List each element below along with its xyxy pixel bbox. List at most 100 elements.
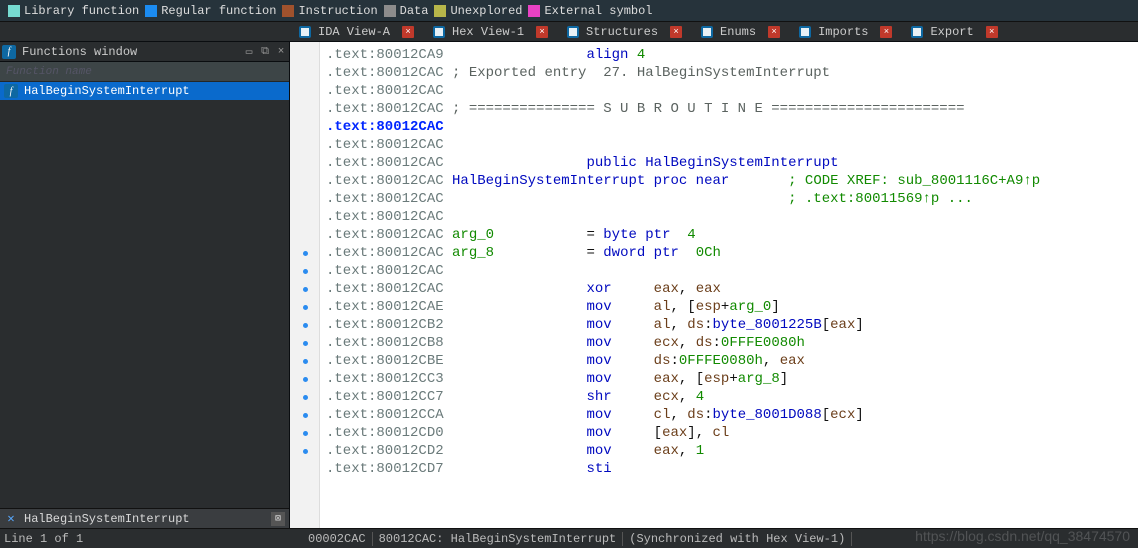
legend-item: Regular function <box>145 4 276 18</box>
code-line[interactable]: .text:80012CAC <box>326 136 1138 154</box>
clear-icon[interactable]: ⊠ <box>271 512 285 526</box>
breakpoint-dot[interactable] <box>303 341 308 346</box>
legend-swatch <box>282 5 294 17</box>
legend-swatch <box>434 5 446 17</box>
tab-ida-view-a[interactable]: IDA View-A <box>290 22 398 41</box>
pin-icon[interactable]: ⧉ <box>257 46 273 58</box>
code-address: .text:80012CA9 <box>326 47 444 63</box>
export-icon <box>910 25 924 39</box>
disassembly-view[interactable]: .text:80012CA9 align 4.text:80012CAC ; E… <box>290 42 1138 528</box>
legend-swatch <box>145 5 157 17</box>
breakpoint-dot[interactable] <box>303 449 308 454</box>
code-address: .text:80012CAC <box>326 137 444 153</box>
close-icon[interactable]: × <box>986 26 998 38</box>
function-row[interactable]: fHalBeginSystemInterrupt <box>0 82 289 100</box>
breakpoint-dot[interactable] <box>303 269 308 274</box>
functions-window-header: f Functions window ▭ ⧉ × <box>0 42 289 62</box>
legend-label: Unexplored <box>450 4 522 18</box>
restore-icon[interactable]: ▭ <box>241 45 257 59</box>
code-line[interactable]: .text:80012CAC <box>326 82 1138 100</box>
breakpoint-dot[interactable] <box>303 413 308 418</box>
code-line[interactable]: .text:80012CAC ; .text:80011569↑p ... <box>326 190 1138 208</box>
code-line[interactable]: .text:80012CAC xor eax, eax <box>326 280 1138 298</box>
clear-filter-icon[interactable]: ✕ <box>4 511 18 526</box>
close-icon[interactable]: × <box>402 26 414 38</box>
code-line[interactable]: .text:80012CAE mov al, [esp+arg_0] <box>326 298 1138 316</box>
code-line[interactable]: .text:80012CAC <box>326 118 1138 136</box>
function-list[interactable]: fHalBeginSystemInterrupt <box>0 82 289 508</box>
tab-export[interactable]: Export <box>902 22 981 41</box>
code-line[interactable]: .text:80012CAC HalBeginSystemInterrupt p… <box>326 172 1138 190</box>
legend-label: External symbol <box>544 4 652 18</box>
functions-window-title: Functions window <box>22 45 137 59</box>
legend-item: Unexplored <box>434 4 522 18</box>
status-segment: 00002CAC <box>302 532 373 546</box>
tab-label: Structures <box>586 25 658 39</box>
close-icon[interactable]: × <box>880 26 892 38</box>
breakpoint-dot[interactable] <box>303 323 308 328</box>
breakpoint-dot[interactable] <box>303 359 308 364</box>
breakpoint-dot[interactable] <box>303 377 308 382</box>
close-icon[interactable]: × <box>670 26 682 38</box>
code-address: .text:80012CCA <box>326 407 444 423</box>
code-line[interactable]: .text:80012CD0 mov [eax], cl <box>326 424 1138 442</box>
function-name: HalBeginSystemInterrupt <box>24 84 190 98</box>
code-line[interactable]: .text:80012CC7 shr ecx, 4 <box>326 388 1138 406</box>
breakpoint-dot[interactable] <box>303 251 308 256</box>
ida-icon <box>298 25 312 39</box>
tab-label: Imports <box>818 25 868 39</box>
code-line[interactable]: .text:80012CB8 mov ecx, ds:0FFFE0080h <box>326 334 1138 352</box>
code-line[interactable]: .text:80012CBE mov ds:0FFFE0080h, eax <box>326 352 1138 370</box>
code-address: .text:80012CB8 <box>326 335 444 351</box>
breakpoint-dot[interactable] <box>303 305 308 310</box>
close-icon[interactable]: × <box>536 26 548 38</box>
breakpoint-dot[interactable] <box>303 287 308 292</box>
code-address: .text:80012CB2 <box>326 317 444 333</box>
code-line[interactable]: .text:80012CD7 sti <box>326 460 1138 478</box>
code-line[interactable]: .text:80012CAC ; =============== S U B R… <box>326 100 1138 118</box>
code-address: .text:80012CAC <box>326 155 444 171</box>
code-address: .text:80012CC7 <box>326 389 444 405</box>
code-line[interactable]: .text:80012CAC <box>326 262 1138 280</box>
code-line[interactable]: .text:80012CAC <box>326 208 1138 226</box>
code-listing[interactable]: .text:80012CA9 align 4.text:80012CAC ; E… <box>320 42 1138 528</box>
code-address: .text:80012CC3 <box>326 371 444 387</box>
code-line[interactable]: .text:80012CAC arg_8 = dword ptr 0Ch <box>326 244 1138 262</box>
code-address: .text:80012CBE <box>326 353 444 369</box>
legend-swatch <box>528 5 540 17</box>
breakpoint-dot[interactable] <box>303 431 308 436</box>
tab-enums[interactable]: Enums <box>692 22 764 41</box>
breakpoint-strip[interactable] <box>290 42 320 528</box>
function-filter-input[interactable]: Function name <box>0 62 289 82</box>
breakpoint-dot[interactable] <box>303 395 308 400</box>
status-segment: 80012CAC: HalBeginSystemInterrupt <box>373 532 624 546</box>
status-right: 00002CAC80012CAC: HalBeginSystemInterrup… <box>290 532 1138 546</box>
code-address: .text:80012CAC <box>326 281 444 297</box>
code-line[interactable]: .text:80012CB2 mov al, ds:byte_8001225B[… <box>326 316 1138 334</box>
code-address: .text:80012CAC <box>326 83 444 99</box>
legend-label: Regular function <box>161 4 276 18</box>
code-line[interactable]: .text:80012CAC ; Exported entry 27. HalB… <box>326 64 1138 82</box>
close-icon[interactable]: × <box>768 26 780 38</box>
status-left: Line 1 of 1 <box>0 532 290 546</box>
code-line[interactable]: .text:80012CC3 mov eax, [esp+arg_8] <box>326 370 1138 388</box>
tab-label: Export <box>930 25 973 39</box>
code-line[interactable]: .text:80012CAC arg_0 = byte ptr 4 <box>326 226 1138 244</box>
code-line[interactable]: .text:80012CCA mov cl, ds:byte_8001D088[… <box>326 406 1138 424</box>
status-segment: (Synchronized with Hex View-1) <box>623 532 852 546</box>
legend-label: Library function <box>24 4 139 18</box>
code-address: .text:80012CAC <box>326 101 444 117</box>
tab-structures[interactable]: Structures <box>558 22 666 41</box>
code-address: .text:80012CAC <box>326 191 444 207</box>
code-line[interactable]: .text:80012CAC public HalBeginSystemInte… <box>326 154 1138 172</box>
code-line[interactable]: .text:80012CA9 align 4 <box>326 46 1138 64</box>
code-line[interactable]: .text:80012CD2 mov eax, 1 <box>326 442 1138 460</box>
tab-hex-view-1[interactable]: Hex View-1 <box>424 22 532 41</box>
tab-label: IDA View-A <box>318 25 390 39</box>
legend-swatch <box>8 5 20 17</box>
close-icon[interactable]: × <box>273 46 289 58</box>
tab-imports[interactable]: Imports <box>790 22 876 41</box>
code-address: .text:80012CAC <box>326 227 444 243</box>
code-address: .text:80012CAC <box>326 209 444 225</box>
struct-icon <box>566 25 580 39</box>
